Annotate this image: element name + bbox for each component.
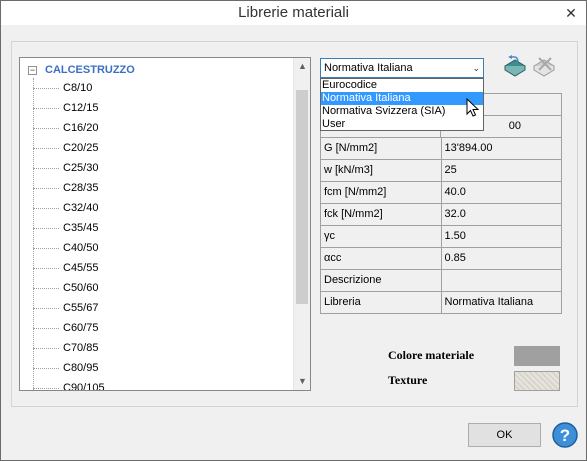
tree-items: C8/10 C12/15 C16/20 C20/25 C25/30 C28/35 C32/4… [33, 78, 105, 390]
material-tree[interactable]: − CALCESTRUZZO C8/10 C12/15 C16/20 C20/25 C2… [19, 57, 311, 391]
material-color-label: Colore materiale [388, 348, 475, 362]
property-row: fcm [N/mm2] 40.0 [321, 182, 562, 204]
property-label: w [kN/m3] [321, 160, 442, 182]
tree-item[interactable]: C12/15 [33, 98, 105, 118]
library-dialog: Librerie materiali ✕ − CALCESTRUZZO C8/1… [0, 0, 587, 461]
property-value[interactable]: Normativa Italiana [441, 292, 562, 314]
texture-swatch[interactable] [514, 371, 560, 391]
property-label: αcc [321, 248, 442, 270]
tree-item[interactable]: C35/45 [33, 218, 105, 238]
property-value[interactable]: 0.85 [441, 248, 562, 270]
tree-item[interactable]: C40/50 [33, 238, 105, 258]
property-label: γc [321, 226, 442, 248]
tree-item[interactable]: C32/40 [33, 198, 105, 218]
property-label: fck [N/mm2] [321, 204, 442, 226]
tree-item[interactable]: C8/10 [33, 78, 105, 98]
property-row: Descrizione [321, 270, 562, 292]
property-row: αcc 0.85 [321, 248, 562, 270]
tree-item[interactable]: C90/105 [33, 378, 105, 390]
svg-text:?: ? [560, 426, 570, 445]
property-value[interactable]: 25 [441, 160, 562, 182]
property-row: w [kN/m3] 25 [321, 160, 562, 182]
property-row: G [N/mm2] 13'894.00 [321, 138, 562, 160]
library-dropdown-list[interactable]: Eurocodice Normativa Italiana Normativa Sv… [320, 78, 484, 131]
tree-item[interactable]: C55/67 [33, 298, 105, 318]
close-button[interactable]: ✕ [562, 5, 580, 21]
tree-item[interactable]: C70/85 [33, 338, 105, 358]
material-color-swatch[interactable] [514, 346, 560, 366]
property-label: fcm [N/mm2] [321, 182, 442, 204]
tree-root-label: CALCESTRUZZO [45, 64, 135, 76]
tree-item[interactable]: C80/95 [33, 358, 105, 378]
tree-item[interactable]: C60/75 [33, 318, 105, 338]
ok-button[interactable]: OK [468, 423, 541, 447]
property-label: Libreria [321, 292, 442, 314]
library-option[interactable]: Normativa Svizzera (SIA) [321, 105, 483, 118]
library-option[interactable]: User [321, 118, 483, 131]
add-book-icon[interactable] [502, 54, 528, 82]
tree-item[interactable]: C45/55 [33, 258, 105, 278]
scroll-down-icon[interactable]: ▼ [294, 373, 310, 390]
property-row: Libreria Normativa Italiana [321, 292, 562, 314]
tree-root[interactable]: − CALCESTRUZZO [28, 62, 135, 78]
property-value[interactable]: 1.50 [441, 226, 562, 248]
property-value[interactable]: 32.0 [441, 204, 562, 226]
property-value[interactable]: 40.0 [441, 182, 562, 204]
library-select-value: Normativa Italiana [324, 62, 413, 74]
delete-book-icon[interactable] [531, 54, 557, 82]
library-option[interactable]: Normativa Italiana [321, 92, 483, 105]
property-row: fck [N/mm2] 32.0 [321, 204, 562, 226]
tree-item[interactable]: C28/35 [33, 178, 105, 198]
tree-item[interactable]: C20/25 [33, 138, 105, 158]
property-value[interactable] [441, 270, 562, 292]
scroll-up-icon[interactable]: ▲ [294, 58, 310, 75]
tree-scrollbar[interactable]: ▲ ▼ [293, 58, 310, 390]
tree-item[interactable]: C16/20 [33, 118, 105, 138]
mouse-cursor-icon [466, 97, 480, 121]
property-row: γc 1.50 [321, 226, 562, 248]
property-label: G [N/mm2] [321, 138, 442, 160]
texture-label: Texture [388, 373, 428, 387]
property-value[interactable]: 13'894.00 [441, 138, 562, 160]
tree-item[interactable]: C25/30 [33, 158, 105, 178]
library-option[interactable]: Eurocodice [321, 79, 483, 92]
title-bar: Librerie materiali ✕ [1, 1, 586, 25]
collapse-icon[interactable]: − [28, 65, 37, 75]
tree-item[interactable]: C50/60 [33, 278, 105, 298]
chevron-down-icon[interactable]: ⌄ [472, 59, 480, 77]
scroll-thumb[interactable] [296, 90, 308, 304]
dialog-title: Librerie materiali [238, 4, 349, 21]
library-select[interactable]: Normativa Italiana ⌄ [320, 58, 484, 78]
help-icon[interactable]: ? [551, 421, 579, 449]
property-label: Descrizione [321, 270, 442, 292]
